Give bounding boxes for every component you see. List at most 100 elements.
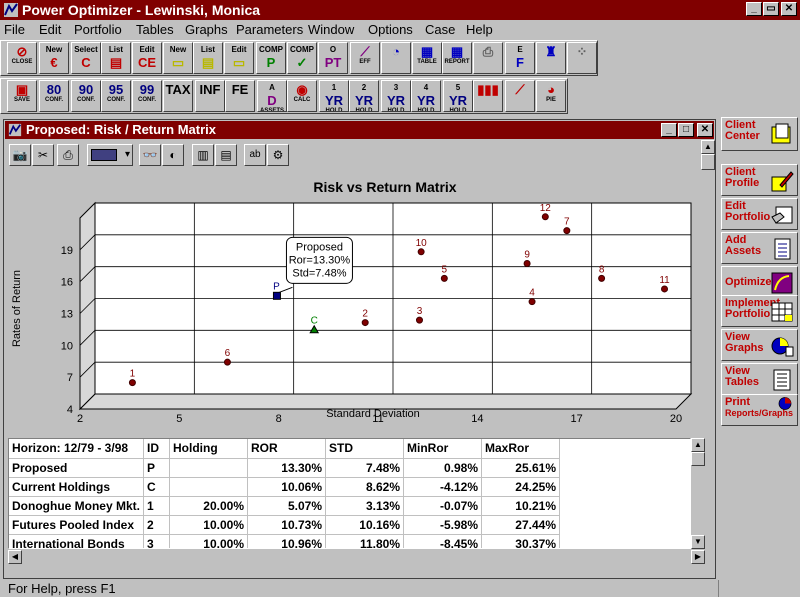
scissors-icon[interactable]: ✂	[32, 144, 54, 166]
hold-4yr-icon: YR	[416, 93, 436, 108]
line-chart-button[interactable]: ⟋	[505, 80, 535, 112]
menu-parameters[interactable]: Parameters	[236, 22, 303, 37]
table-row[interactable]: Current Holdings C 10.06% 8.62% -4.12% 24.25%	[9, 477, 560, 497]
scroll-up-icon[interactable]: ▲	[701, 140, 715, 154]
glasses-icon[interactable]: 👓	[139, 144, 161, 166]
minimize-button[interactable]: _	[746, 2, 762, 16]
print-icon[interactable]: ⎙	[57, 144, 79, 166]
column-header[interactable]: ID	[143, 439, 170, 459]
conf-99-button[interactable]: 99 CONF.	[132, 80, 162, 112]
chart-scrollbar[interactable]: ▲	[701, 140, 715, 430]
menu-file[interactable]: File	[4, 22, 25, 37]
child-maximize-button[interactable]: □	[678, 123, 694, 137]
add-assets-button[interactable]: Add Assets	[721, 232, 798, 264]
table-scroll-thumb[interactable]	[691, 452, 705, 466]
table-row[interactable]: Donoghue Money Mkt. 1 20.00% 5.07% 3.13% -0.0…	[9, 496, 560, 516]
select-case-button[interactable]: Select C	[71, 42, 101, 74]
hold-4yr-button[interactable]: 4 YR HOLD	[411, 80, 441, 112]
scroll-right-icon[interactable]: ▶	[691, 550, 705, 564]
edit-portfolio-button[interactable]: Edit ▭	[224, 42, 254, 74]
view-tables-button[interactable]: View Tables	[721, 363, 798, 395]
column-header[interactable]: STD	[325, 439, 404, 459]
child-minimize-button[interactable]: _	[661, 123, 677, 137]
restore-button[interactable]: ▭	[763, 2, 779, 16]
button-caption: 4	[423, 83, 429, 92]
pie-chart-button[interactable]: ◕ PIE	[536, 80, 566, 112]
hold-5yr-button[interactable]: 5 YR HOLD	[443, 80, 473, 112]
save-button[interactable]: ▣ SAVE	[7, 80, 37, 112]
new-case-button[interactable]: New €	[39, 42, 69, 74]
column-header[interactable]: ROR	[247, 439, 326, 459]
list-case-button[interactable]: List ▤	[101, 42, 131, 74]
menu-portfolio[interactable]: Portfolio	[74, 22, 122, 37]
opt-button[interactable]: O PT	[318, 42, 348, 74]
table-row[interactable]: Futures Pooled Index 2 10.00% 10.73% 10.16% -…	[9, 515, 560, 535]
conf-90-button[interactable]: 90 CONF.	[71, 80, 101, 112]
menu-graphs[interactable]: Graphs	[185, 22, 228, 37]
vertical-grid-icon[interactable]: ▥	[192, 144, 214, 166]
x-tick-label: 2	[77, 413, 83, 425]
calc-button[interactable]: ◉ CALC	[287, 80, 317, 112]
money-button[interactable]: ♜	[536, 42, 566, 74]
table-scroll-down-icon[interactable]: ▼	[691, 535, 705, 549]
window-logo-icon	[8, 123, 22, 137]
menu-options[interactable]: Options	[368, 22, 413, 37]
graph-button[interactable]: ◔	[381, 42, 411, 74]
close-button[interactable]: ⊘ CLOSE	[7, 42, 37, 74]
conf-80-button[interactable]: 80 CONF.	[39, 80, 69, 112]
table-button[interactable]: ▦ TABLE	[412, 42, 442, 74]
implement-portfolio-button[interactable]: Implement Portfolio	[721, 295, 798, 327]
client-profile-button[interactable]: Client Profile	[721, 164, 798, 196]
list-portfolio-button[interactable]: List ▤	[193, 42, 223, 74]
assets-button[interactable]: A D ASSETS	[257, 80, 287, 112]
opt-icon: PT	[324, 55, 342, 70]
hold-1yr-button[interactable]: 1 YR HOLD	[319, 80, 349, 112]
column-header[interactable]: Horizon: 12/79 - 3/98	[9, 439, 144, 459]
menu-help[interactable]: Help	[466, 22, 493, 37]
print-reports-button[interactable]: Print Reports/Graphs	[721, 394, 798, 426]
table-row[interactable]: Proposed P 13.30% 7.48% 0.98% 25.61%	[9, 458, 560, 478]
tax-button[interactable]: TAX	[163, 80, 193, 112]
conf-95-button[interactable]: 95 CONF.	[101, 80, 131, 112]
menu-case[interactable]: Case	[425, 22, 455, 37]
camera-icon[interactable]: 📷	[9, 144, 31, 166]
edit-case-button[interactable]: Edit CE	[132, 42, 162, 74]
settings-icon[interactable]: ⚙	[267, 144, 289, 166]
ef-button[interactable]: EF	[505, 42, 535, 74]
close-window-button[interactable]: ✕	[781, 2, 797, 16]
table-scroll-up-icon[interactable]: ▲	[691, 438, 705, 452]
edit-portfolio-side-button[interactable]: Edit Portfolio	[721, 198, 798, 230]
client-center-button[interactable]: Client Center	[721, 117, 798, 151]
scroll-thumb[interactable]	[701, 154, 715, 170]
hold-3yr-button[interactable]: 3 YR HOLD	[381, 80, 411, 112]
column-header[interactable]: Holding	[169, 439, 248, 459]
column-header[interactable]: MinRor	[403, 439, 482, 459]
inf-button[interactable]: INF	[195, 80, 225, 112]
bar-chart-button[interactable]: ▮▮▮	[473, 80, 503, 112]
child-close-button[interactable]: ✕	[697, 123, 713, 137]
new-portfolio-button[interactable]: New ▭	[163, 42, 193, 74]
view-graphs-button[interactable]: View Graphs	[721, 329, 798, 361]
scroll-left-icon[interactable]: ◀	[8, 550, 22, 564]
color-select[interactable]: ▾	[87, 144, 133, 166]
table-cell: Current Holdings	[9, 477, 144, 497]
print-button[interactable]: ⎙	[473, 42, 503, 74]
comp-check-button[interactable]: COMP ✓	[287, 42, 317, 74]
horizontal-grid-icon[interactable]: ▤	[215, 144, 237, 166]
report-button[interactable]: ▦ REPORT	[442, 42, 472, 74]
table-row[interactable]: International Bonds 3 10.00% 10.96% 11.80% -8…	[9, 534, 560, 548]
hold-2yr-button[interactable]: 2 YR HOLD	[349, 80, 379, 112]
scatter-button[interactable]: ⁘	[567, 42, 597, 74]
menu-window[interactable]: Window	[308, 22, 354, 37]
optimize-button[interactable]: Optimize	[721, 266, 798, 298]
column-header[interactable]: MaxRor	[481, 439, 560, 459]
horizontal-scrollbar[interactable]: ◀ ▶	[8, 550, 705, 564]
rotate-icon[interactable]: ◐	[162, 144, 184, 166]
eff-button[interactable]: ⟋ EFF	[350, 42, 380, 74]
table-scrollbar[interactable]: ▲ ▼	[691, 438, 705, 549]
menu-edit[interactable]: Edit	[39, 22, 61, 37]
label-icon[interactable]: ab	[244, 144, 266, 166]
fee-button[interactable]: FE	[225, 80, 255, 112]
menu-tables[interactable]: Tables	[136, 22, 174, 37]
comp-p-button[interactable]: COMP P	[256, 42, 286, 74]
